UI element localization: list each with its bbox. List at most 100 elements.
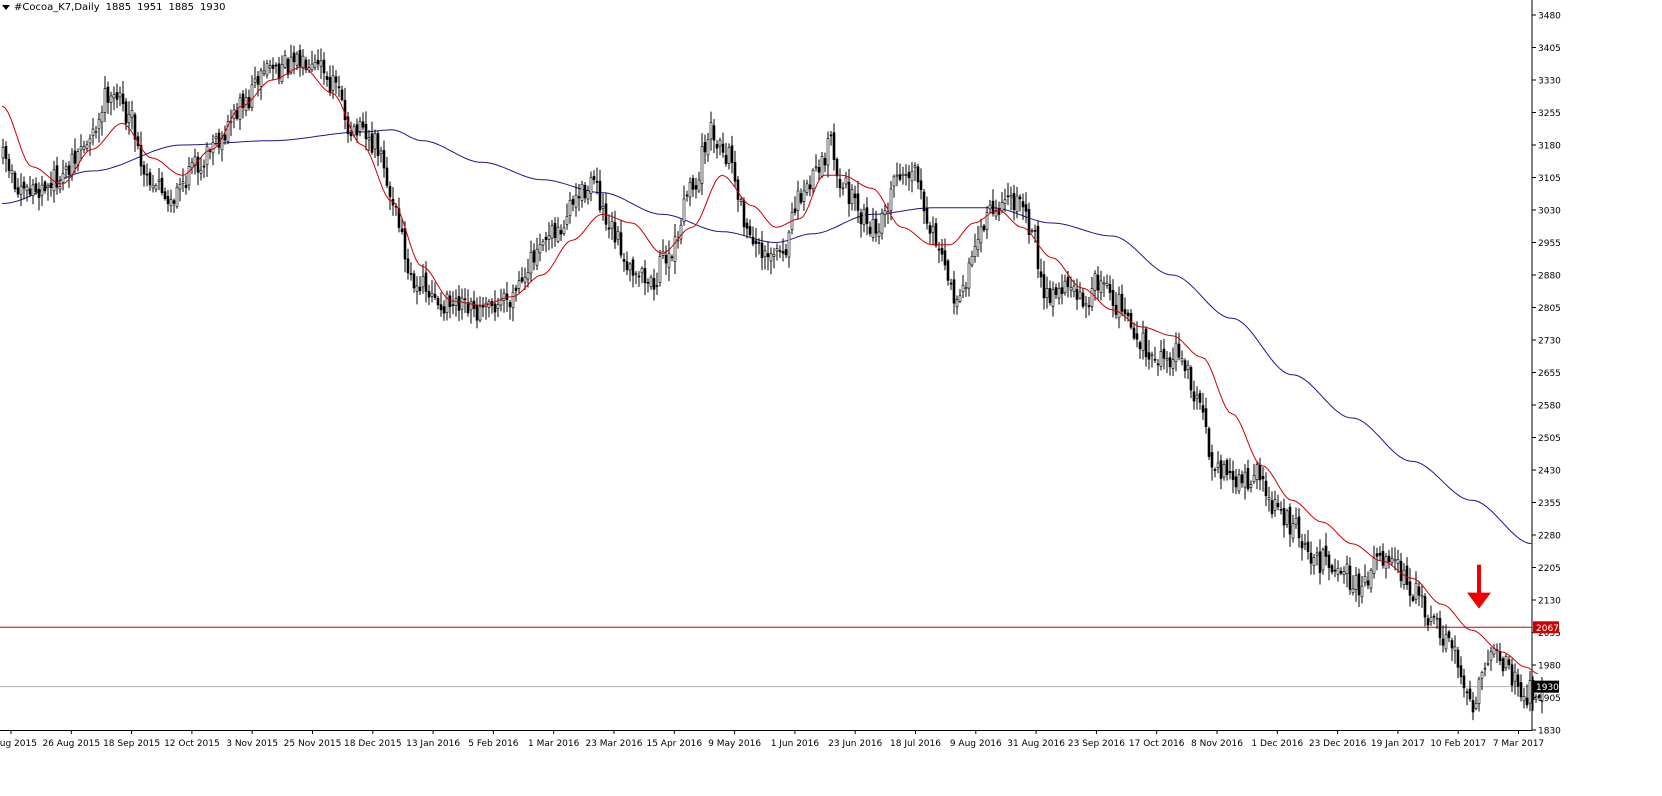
candle-down [385, 167, 389, 186]
candle-down [13, 172, 17, 190]
candle-down [16, 187, 20, 195]
candle-down [766, 253, 770, 258]
candle-up [1072, 285, 1076, 292]
candle-up [31, 184, 35, 196]
candle-down [748, 226, 752, 236]
candle-up [265, 63, 269, 76]
price-tick-label: 2580 [1538, 402, 1561, 412]
candle-down [160, 177, 164, 194]
candle-up [1504, 656, 1508, 669]
time-tick-label: 18 Jul 2016 [890, 739, 941, 749]
candle-down [613, 222, 617, 243]
candle-up [1267, 497, 1271, 500]
candle-down [1276, 502, 1280, 508]
candle-up [1483, 667, 1487, 670]
candle-up [1372, 557, 1376, 574]
candle-up [1009, 195, 1013, 198]
price-tick-label: 3255 [1538, 109, 1561, 119]
candle-down [1471, 700, 1475, 713]
candle-up [529, 252, 533, 274]
candle-up [574, 194, 578, 208]
time-tick-label: 25 Nov 2015 [284, 739, 342, 749]
candle-down [1234, 476, 1238, 488]
candle-down [1426, 618, 1430, 626]
candle-down [1441, 638, 1445, 646]
time-tick-label: 13 Jan 2016 [406, 739, 460, 749]
candle-down [1246, 468, 1250, 490]
candle-down [1357, 573, 1361, 596]
candle-down [124, 101, 128, 124]
dropdown-triangle-icon[interactable] [2, 5, 10, 10]
candle-down [1300, 541, 1304, 549]
candle-up [610, 220, 614, 229]
price-tick-label: 2880 [1538, 272, 1561, 282]
candle-down [1240, 474, 1244, 484]
candle-up [589, 177, 593, 194]
candle-up [895, 174, 899, 177]
candle-up [904, 174, 908, 176]
candle-down [934, 223, 938, 246]
candle-up [1453, 646, 1457, 651]
time-tick-label: 9 May 2016 [708, 739, 761, 749]
candle-down [1096, 274, 1100, 291]
candle-up [1369, 569, 1373, 589]
candle-down [853, 193, 857, 199]
price-tick-label: 1830 [1538, 727, 1561, 737]
candle-down [685, 194, 689, 197]
candle-down [1120, 293, 1124, 312]
candle-down [670, 256, 674, 259]
candle-down [1378, 552, 1382, 556]
candle-up [586, 190, 590, 200]
time-tick-label: 23 Mar 2016 [585, 739, 642, 749]
candle-up [478, 306, 482, 321]
candle-down [1324, 545, 1328, 557]
candle-down [208, 150, 212, 152]
candle-down [1087, 305, 1091, 308]
candle-down [1507, 659, 1511, 666]
candle-down [652, 278, 656, 290]
candle-up [547, 235, 551, 240]
candle-up [187, 165, 191, 186]
candle-down [1144, 328, 1148, 358]
candle-up [496, 304, 500, 309]
candle-up [601, 206, 605, 209]
candle-down [1465, 691, 1469, 694]
candle-up [1315, 552, 1319, 556]
candle-down [868, 226, 872, 234]
candle-down [1501, 658, 1505, 672]
time-tick-label: 12 Oct 2015 [164, 739, 220, 749]
candle-down [1270, 500, 1274, 515]
price-tick-label: 2430 [1538, 467, 1561, 477]
candle-down [1432, 615, 1436, 618]
candle-down [874, 218, 878, 234]
candle-up [151, 184, 155, 189]
price-chart[interactable]: 3480 3405 3330 3255 3180 3105 3030 2955 2880 2805… [0, 0, 1662, 796]
candle-up [301, 55, 305, 69]
candle-up [85, 144, 89, 149]
candle-down [928, 225, 932, 234]
candle-down [571, 199, 575, 205]
candle-down [1207, 428, 1211, 457]
candle-up [262, 70, 266, 74]
candle-up [964, 287, 968, 289]
candle-down [514, 287, 518, 292]
level-price-label: 2067 [1536, 624, 1559, 634]
candle-down [919, 180, 923, 191]
candle-down [1411, 596, 1415, 601]
candle-up [19, 185, 23, 195]
candle-down [835, 159, 839, 177]
candle-up [157, 179, 161, 182]
candle-down [838, 178, 842, 189]
candle-up [814, 166, 818, 169]
candle-down [370, 133, 374, 153]
candle-up [1117, 294, 1121, 319]
candle-down [448, 295, 452, 308]
candle-down [1021, 201, 1025, 208]
candle-down [592, 176, 596, 181]
candle-down [1498, 651, 1502, 662]
candle-up [214, 136, 218, 139]
candle-down [781, 251, 785, 254]
candle-down [37, 188, 41, 198]
candle-up [988, 204, 992, 210]
candle-down [1264, 480, 1268, 497]
